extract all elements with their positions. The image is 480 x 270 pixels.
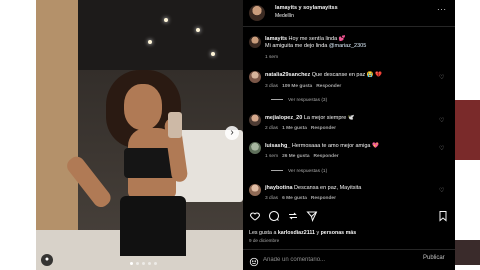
caption-text-2: Mi amiguita me dejo linda	[265, 43, 329, 49]
comment-text: jhaybotina Descansa en paz, Mayitsita	[265, 185, 361, 192]
photo-person-pants	[120, 196, 186, 256]
comment-meta: 1 sem 26 Me gusta Responder	[265, 154, 343, 159]
photo-person-face	[124, 84, 162, 130]
likes-prefix: Les gusta a	[249, 230, 278, 236]
view-replies-label[interactable]: Ver respuestas (3)	[288, 98, 327, 103]
comment-text: mejialopez_20 La mejor siempre 🕊️	[265, 115, 355, 122]
comment-avatar[interactable]	[249, 71, 261, 83]
comment-like-heart-icon[interactable]: ♡	[439, 117, 444, 124]
post-side-panel: lamayits y soylamayitss Medellín ··· lam…	[243, 0, 455, 270]
caption-age: 1 sem	[265, 55, 279, 60]
carousel-dot	[142, 262, 145, 265]
ceiling-light	[164, 18, 168, 22]
comment-likes[interactable]: 26 Me gusta	[282, 154, 309, 159]
comment-username[interactable]: mejialopez_20	[265, 115, 302, 121]
comment-bar: Publicar	[243, 249, 455, 270]
carousel-dot	[148, 262, 151, 265]
replies-divider	[271, 99, 283, 101]
comment-avatar[interactable]	[249, 184, 261, 196]
comment-age: 2 días	[265, 126, 279, 131]
ceiling-light	[196, 28, 200, 32]
more-horizontal-icon[interactable]: ···	[437, 5, 447, 14]
comment-text: luisashg_ Hermosaaa te amo mejor amiga 💖	[265, 143, 379, 150]
replies-divider	[271, 170, 283, 172]
likes-summary[interactable]: Les gusta a karlosdiaz2111 y personas má…	[249, 230, 356, 236]
comment-likes[interactable]: 1 Me gusta	[282, 126, 307, 131]
comment-avatar[interactable]	[249, 114, 261, 126]
view-replies-button[interactable]: Ver respuestas (1)	[271, 169, 327, 174]
publish-button[interactable]: Publicar	[423, 255, 445, 261]
carousel-dot	[130, 262, 133, 265]
comment-icon[interactable]	[268, 209, 280, 222]
heart-icon[interactable]	[249, 209, 261, 221]
comment-body: La mejor siempre 🕊️	[303, 115, 355, 121]
emoji-icon[interactable]	[249, 254, 259, 267]
comment-meta: 3 días 6 Me gusta Responder	[265, 196, 340, 201]
next-post-preview-bottom	[455, 240, 480, 265]
comment-text: natalia29sanchez Que descanse en paz 😭 💔	[265, 72, 382, 79]
post-modal: › ● lamayits y soylamayitss Medellín ···…	[36, 0, 455, 270]
view-replies-button[interactable]: Ver respuestas (3)	[271, 98, 327, 103]
comment-meta: 3 días 109 Me gusta Responder	[265, 84, 345, 89]
comment-reply-button[interactable]: Responder	[314, 154, 339, 159]
caption-username[interactable]: lamayits	[265, 36, 287, 42]
carousel-dot	[136, 262, 139, 265]
comment-reply-button[interactable]: Responder	[311, 126, 336, 131]
comment-age: 3 días	[265, 84, 279, 89]
tagged-users-icon[interactable]: ●	[41, 254, 53, 266]
carousel-next-button[interactable]: ›	[225, 126, 239, 140]
comment-likes[interactable]: 6 Me gusta	[282, 196, 307, 201]
carousel-dot	[154, 262, 157, 265]
comment-reply-button[interactable]: Responder	[316, 84, 341, 89]
comment-username[interactable]: jhaybotina	[265, 185, 293, 191]
comment-username[interactable]: luisashg_	[265, 143, 290, 149]
comment-body: Que descanse en paz 😭 💔	[311, 72, 383, 78]
ceiling-light	[211, 52, 215, 56]
ceiling-light	[148, 40, 152, 44]
owner-username[interactable]: lamayits y soylamayitss	[275, 5, 338, 11]
comment-like-heart-icon[interactable]: ♡	[439, 74, 444, 81]
comment-like-heart-icon[interactable]: ♡	[439, 145, 444, 152]
photo-phone	[168, 112, 182, 138]
comment-meta: 2 días 1 Me gusta Responder	[265, 126, 340, 131]
owner-avatar[interactable]	[249, 5, 265, 21]
comment-username[interactable]: natalia29sanchez	[265, 72, 310, 78]
post-header: lamayits y soylamayitss Medellín ···	[243, 0, 455, 27]
comment-age: 1 sem	[265, 154, 279, 159]
comment-body: Hermosaaa te amo mejor amiga 💖	[291, 143, 379, 149]
comment-reply-button[interactable]: Responder	[311, 196, 336, 201]
comment-input[interactable]	[263, 254, 413, 265]
comment-age: 3 días	[265, 196, 279, 201]
send-icon[interactable]	[306, 209, 318, 222]
post-location[interactable]: Medellín	[275, 13, 294, 19]
likes-user[interactable]: karlosdiaz2111	[278, 230, 315, 236]
comment-likes[interactable]: 109 Me gusta	[282, 84, 312, 89]
post-date: 9 de diciembre	[249, 238, 280, 243]
comment-avatar[interactable]	[249, 142, 261, 154]
caption-line-2: Mi amiguita me dejo linda @mariaz_2305	[265, 43, 366, 50]
share-icon[interactable]	[287, 209, 299, 221]
caption-avatar[interactable]	[249, 36, 261, 48]
next-post-preview[interactable]	[455, 100, 480, 160]
post-action-bar	[243, 209, 455, 223]
comment-body: Descansa en paz, Mayitsita	[294, 185, 362, 191]
view-replies-label[interactable]: Ver respuestas (1)	[288, 169, 327, 174]
caption-mention-link[interactable]: @mariaz_2305	[329, 43, 366, 49]
bookmark-icon[interactable]	[437, 209, 449, 222]
likes-others[interactable]: personas más	[321, 230, 357, 236]
caption-text: Hoy me sentía linda 💕	[288, 36, 346, 42]
carousel-dots	[130, 262, 157, 265]
post-photo[interactable]: › ●	[36, 0, 243, 270]
comment-like-heart-icon[interactable]: ♡	[439, 187, 444, 194]
caption-line-1: lamayits Hoy me sentía linda 💕	[265, 36, 346, 43]
